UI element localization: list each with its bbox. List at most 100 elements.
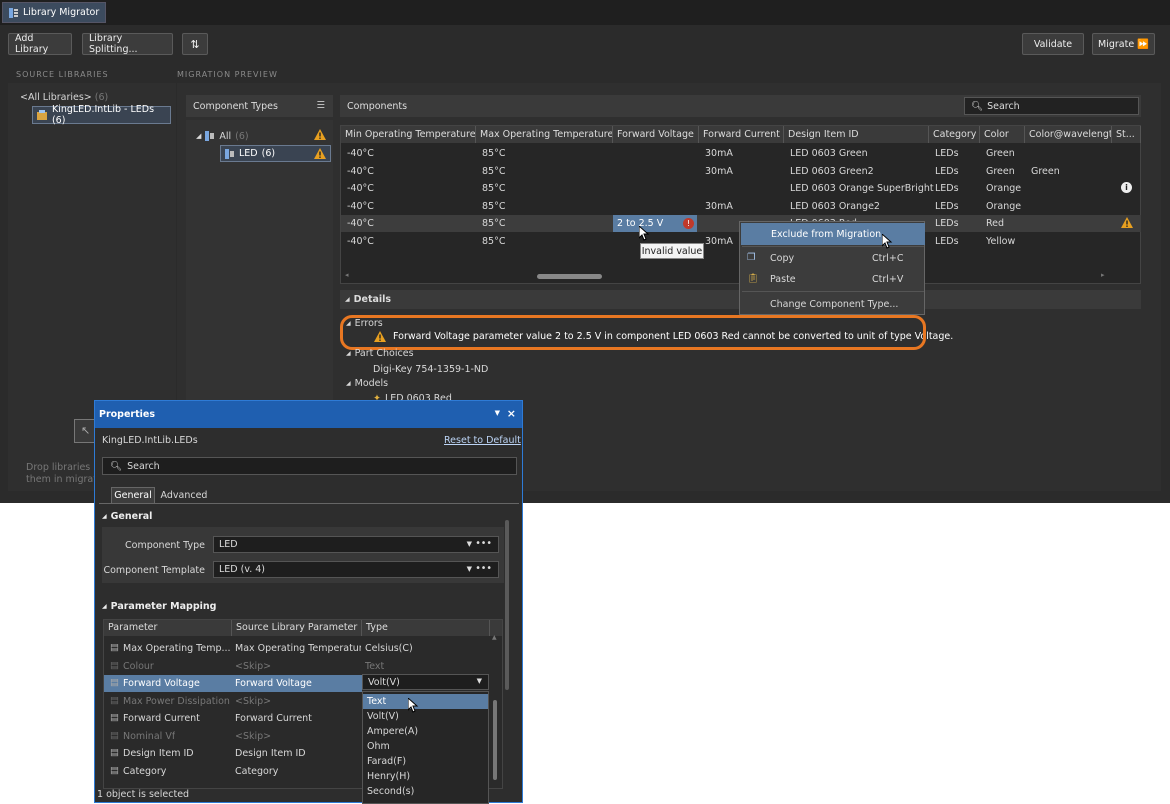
grid-cell[interactable]: Green [986,148,1015,159]
scrollbar-thumb[interactable] [493,700,497,780]
parameter-row[interactable]: ▤ Colour <Skip> Text [104,658,502,675]
grid-cell[interactable]: 85°C [482,201,505,212]
column-header[interactable]: Forward Current [699,126,784,143]
tab-library-migrator[interactable]: Library Migrator [2,2,107,23]
grid-cell[interactable]: Orange [986,201,1021,212]
grid-cell[interactable]: 30mA [705,166,733,177]
parameter-type-cell[interactable]: Text [365,661,384,672]
properties-scrollbar[interactable] [505,516,510,690]
grid-cell[interactable]: 85°C [482,218,505,229]
type-option[interactable]: Ohm [363,739,488,754]
parameter-mapping-header[interactable]: ◢ Parameter Mapping [102,601,216,612]
properties-search-input[interactable]: 🔍︎ Search [102,457,517,475]
grid-cell[interactable]: 85°C [482,166,505,177]
grid-cell[interactable]: LEDs [935,183,959,194]
grid-cell[interactable]: LEDs [935,148,959,159]
column-header[interactable]: Type [362,620,490,636]
panel-menu-icon[interactable]: ▼ [495,409,500,417]
column-header[interactable]: Color@wavelength [1025,126,1112,143]
column-header[interactable]: Min Operating Temperature [341,126,476,143]
components-search-input[interactable]: 🔍︎ Search [964,97,1139,115]
all-libraries-item[interactable]: <All Libraries> (6) [20,92,108,103]
grid-cell[interactable]: -40°C [347,201,374,212]
tab-advanced[interactable]: Advanced [157,487,211,503]
type-option[interactable]: Farad(F) [363,754,488,769]
type-option[interactable]: Second(s) [363,784,488,799]
add-library-button[interactable]: Add Library [8,33,72,55]
grid-cell[interactable]: LED 0603 Orange2 [790,201,880,212]
grid-cell[interactable]: -40°C [347,166,374,177]
library-item-kingled[interactable]: KingLED.IntLib - LEDs (6) [32,104,171,126]
type-option[interactable]: Ampere(A) [363,724,488,739]
type-option[interactable]: Volt(V) [363,709,488,724]
grid-cell[interactable]: 85°C [482,236,505,247]
scrollbar-thumb[interactable] [505,520,509,690]
parameter-source-cell[interactable]: Design Item ID [235,748,306,759]
grid-cell[interactable]: 30mA [705,236,733,247]
grid-cell[interactable]: Green [986,166,1015,177]
grid-cell[interactable]: 85°C [482,183,505,194]
parameter-source-cell[interactable]: <Skip> [235,661,271,672]
reset-to-default-link[interactable]: Reset to Default [444,435,521,446]
grid-cell[interactable]: -40°C [347,183,374,194]
column-header[interactable]: Max Operating Temperature [476,126,613,143]
part-choices-node[interactable]: ◢ Part Choices [346,348,414,359]
parameter-source-cell[interactable]: <Skip> [235,696,271,707]
menu-item-copy[interactable]: ❐ Copy Ctrl+C [740,247,924,269]
tree-item-led[interactable]: LED (6) [220,145,331,162]
type-dropdown[interactable]: Volt(V) ▼ [362,674,489,690]
grid-cell[interactable]: 30mA [705,148,733,159]
component-row[interactable]: -40°C 85°C 30mA LED 0603 Green2 LEDs Green Gre… [341,163,1141,180]
more-icon[interactable]: ••• [475,538,492,549]
grid-cell[interactable]: Green [1031,166,1060,177]
parameter-source-cell[interactable]: <Skip> [235,731,271,742]
grid-cell[interactable]: Yellow [986,236,1015,247]
grid-cell[interactable]: LED 0603 Green2 [790,166,874,177]
grid-cell[interactable]: LEDs [935,236,959,247]
tree-item-all[interactable]: ◢ All (6) [196,128,330,144]
scrollbar-thumb[interactable] [537,274,602,279]
grid-cell[interactable]: Orange [986,183,1021,194]
close-icon[interactable]: × [507,407,516,420]
more-icon[interactable]: ••• [475,563,492,574]
column-header[interactable]: Color [980,126,1025,143]
grid-cell[interactable]: -40°C [347,148,374,159]
grid-cell[interactable]: 30mA [705,201,733,212]
refresh-button[interactable]: ⇅ [182,33,208,55]
grid-cell[interactable]: LEDs [935,166,959,177]
column-header[interactable]: Design Item ID [784,126,929,143]
component-template-dropdown[interactable]: LED (v. 4) ▼ ••• [213,561,499,578]
column-header[interactable]: Forward Voltage [613,126,699,143]
column-header[interactable]: Category [929,126,980,143]
component-row[interactable]: -40°C 85°C LED 0603 Orange SuperBright LEDs… [341,180,1141,197]
parameter-source-cell[interactable]: Max Operating Temperature [235,643,361,654]
parameter-row[interactable]: ▤ Max Operating Temp... Max Operating Temp… [104,640,502,657]
models-node[interactable]: ◢ Models [346,378,388,389]
grid-cell[interactable]: LED 0603 Orange SuperBright [790,183,934,194]
grid-cell[interactable]: LEDs [935,201,959,212]
migrate-button[interactable]: Migrate ⏩ [1092,33,1155,55]
parameter-row[interactable]: ▤ Forward Voltage Forward Voltage [104,675,362,692]
library-splitting-button[interactable]: Library Splitting... [82,33,173,55]
column-header[interactable]: Source Library Parameter [232,620,362,636]
tree-view-toggle-icon[interactable]: ☰ [316,100,325,111]
parameter-source-cell[interactable]: Forward Current [235,713,312,724]
grid-cell[interactable]: LEDs [935,218,959,229]
type-option[interactable]: Henry(H) [363,769,488,784]
general-section-header[interactable]: ◢ General [102,511,152,522]
column-header[interactable]: St... [1112,126,1141,143]
properties-title-bar[interactable]: Properties ▼ × [95,401,522,428]
component-type-dropdown[interactable]: LED ▼ ••• [213,536,499,553]
grid-cell[interactable]: 85°C [482,148,505,159]
parameter-source-cell[interactable]: Forward Voltage [235,678,312,689]
parameter-source-cell[interactable]: Category [235,766,278,777]
parameter-type-cell[interactable]: Celsius(C) [365,643,413,654]
menu-item-exclude[interactable]: Exclude from Migration [741,223,925,245]
type-option[interactable]: Text [363,694,488,709]
tab-general[interactable]: General [111,487,155,503]
menu-item-change-type[interactable]: Change Component Type... [740,293,924,315]
component-row[interactable]: -40°C 85°C 30mA LED 0603 Green LEDs Green [341,145,1141,162]
grid-cell[interactable]: -40°C [347,236,374,247]
component-row[interactable]: -40°C 85°C 30mA LED 0603 Orange2 LEDs Orange [341,198,1141,215]
grid-cell[interactable]: -40°C [347,218,374,229]
